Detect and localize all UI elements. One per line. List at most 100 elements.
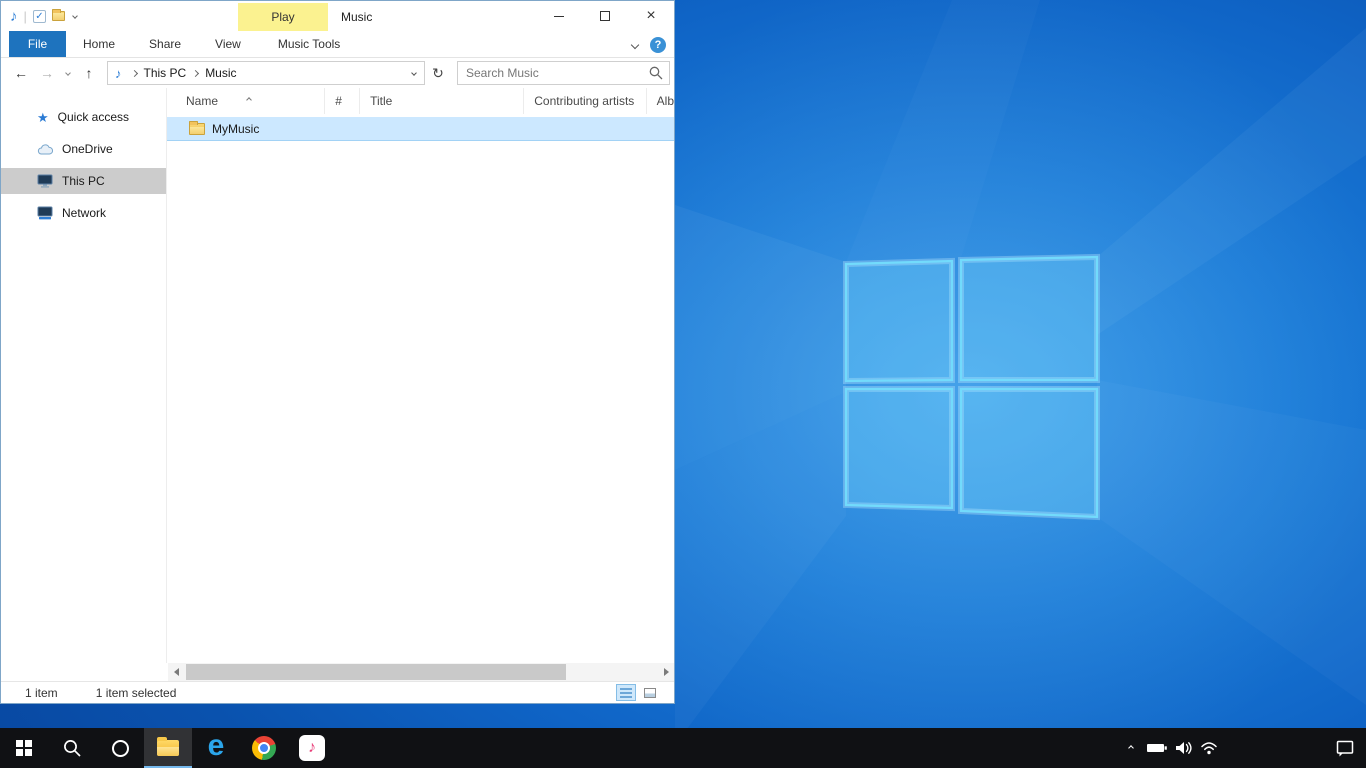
speaker-icon	[1175, 741, 1192, 755]
recent-locations-chevron-icon[interactable]	[61, 71, 75, 75]
breadcrumb-chevron-icon[interactable]	[193, 71, 198, 76]
cortana-circle-icon	[112, 740, 129, 757]
selection-count: 1 item selected	[96, 686, 177, 700]
forward-button[interactable]: →	[35, 61, 59, 85]
address-dropdown-chevron-icon[interactable]	[411, 70, 417, 76]
battery-tray-button[interactable]	[1144, 728, 1170, 768]
minimize-button[interactable]	[536, 1, 582, 31]
minimize-icon	[554, 16, 564, 17]
onedrive-cloud-icon	[37, 143, 53, 156]
sidebar-item-label: Network	[62, 206, 106, 220]
internet-explorer-icon: e	[208, 731, 225, 761]
taskbar-chrome-button[interactable]	[240, 728, 288, 768]
column-header-title[interactable]: Title	[360, 88, 524, 114]
title-bar[interactable]: ♪ | ✓ Play Music ×	[1, 1, 674, 31]
search-input[interactable]	[458, 66, 643, 80]
chevron-up-icon	[1128, 745, 1134, 751]
window-title: Music	[341, 10, 372, 24]
breadcrumb-chevron-icon[interactable]	[132, 71, 137, 76]
taskbar-internet-explorer-button[interactable]: e	[192, 728, 240, 768]
scrollbar-thumb[interactable]	[186, 664, 566, 680]
system-tray	[1118, 728, 1366, 768]
file-list-pane: Name # Title Contributing artists Alb	[167, 88, 674, 663]
sidebar-item-label: Quick access	[58, 110, 129, 124]
explorer-main: ★ Quick access OneDrive This PC Network	[1, 88, 674, 663]
taskbar-file-explorer-button[interactable]	[144, 728, 192, 768]
details-view-button[interactable]	[616, 684, 636, 701]
item-count: 1 item	[25, 686, 58, 700]
navigation-bar: ← → ↑ ♪ This PC Music ↻	[1, 58, 674, 88]
breadcrumb-music[interactable]: Music	[202, 66, 239, 80]
view-toggles	[616, 684, 660, 701]
cortana-button[interactable]	[96, 728, 144, 768]
expand-ribbon-chevron-icon[interactable]	[631, 40, 639, 48]
sidebar-item-label: This PC	[62, 174, 105, 188]
column-header-contributing-artists[interactable]: Contributing artists	[524, 88, 646, 114]
tab-music-tools[interactable]: Music Tools	[264, 31, 354, 57]
maximize-button[interactable]	[582, 1, 628, 31]
taskbar-search-button[interactable]	[48, 728, 96, 768]
music-tools-play-tab[interactable]: Play	[238, 3, 328, 31]
itunes-icon: ♪	[299, 735, 325, 761]
help-icon[interactable]: ?	[650, 37, 666, 53]
search-icon	[63, 739, 82, 758]
sidebar-item-network[interactable]: Network	[1, 200, 166, 226]
sidebar-item-onedrive[interactable]: OneDrive	[1, 136, 166, 162]
network-tray-button[interactable]	[1196, 728, 1222, 768]
folder-icon	[189, 123, 205, 135]
column-header-name[interactable]: Name	[167, 88, 325, 114]
details-view-icon	[620, 688, 632, 698]
action-center-button[interactable]	[1324, 728, 1366, 768]
navigation-pane: ★ Quick access OneDrive This PC Network	[1, 88, 167, 663]
sidebar-item-label: OneDrive	[62, 142, 113, 156]
large-icons-view-icon	[644, 688, 656, 698]
column-headers: Name # Title Contributing artists Alb	[167, 88, 674, 114]
close-icon: ×	[646, 8, 655, 24]
close-button[interactable]: ×	[628, 1, 674, 31]
battery-icon	[1146, 742, 1168, 754]
properties-icon[interactable]: ✓	[33, 10, 46, 23]
show-hidden-icons-button[interactable]	[1118, 728, 1144, 768]
tab-share[interactable]: Share	[132, 31, 198, 57]
volume-tray-button[interactable]	[1170, 728, 1196, 768]
network-icon	[37, 206, 53, 220]
location-music-icon: ♪	[115, 67, 122, 80]
status-bar: 1 item 1 item selected	[1, 681, 674, 703]
ribbon-tab-bar: File Home Share View Music Tools ?	[1, 31, 674, 58]
new-folder-icon[interactable]	[52, 11, 65, 21]
large-icons-view-button[interactable]	[640, 684, 660, 701]
tab-view[interactable]: View	[198, 31, 258, 57]
qat-separator: |	[24, 9, 27, 24]
sort-ascending-chevron-icon	[247, 91, 251, 105]
this-pc-monitor-icon	[37, 174, 53, 188]
search-icon[interactable]	[643, 66, 669, 80]
address-bar[interactable]: ♪ This PC Music	[107, 61, 425, 85]
sidebar-item-this-pc[interactable]: This PC	[1, 168, 166, 194]
breadcrumb-this-pc[interactable]: This PC	[141, 66, 190, 80]
chrome-icon	[252, 736, 276, 760]
maximize-icon	[600, 11, 610, 21]
horizontal-scrollbar[interactable]	[168, 663, 674, 681]
music-note-icon: ♪	[10, 9, 18, 24]
tab-file[interactable]: File	[9, 31, 66, 57]
scroll-right-arrow-icon[interactable]	[658, 663, 674, 681]
qat-customize-chevron-icon[interactable]	[72, 13, 78, 19]
scrollbar-track[interactable]	[184, 663, 658, 681]
quick-access-star-icon: ★	[37, 111, 49, 124]
search-box[interactable]	[457, 61, 670, 85]
file-explorer-icon	[157, 740, 179, 756]
window-controls: ×	[536, 1, 674, 31]
file-row-mymusic[interactable]: MyMusic	[167, 117, 674, 141]
taskbar-itunes-button[interactable]: ♪	[288, 728, 336, 768]
up-button[interactable]: ↑	[77, 61, 101, 85]
scroll-left-arrow-icon[interactable]	[168, 663, 184, 681]
start-button[interactable]	[0, 728, 48, 768]
refresh-button[interactable]: ↻	[427, 61, 449, 85]
file-name: MyMusic	[212, 122, 259, 136]
column-header-album[interactable]: Alb	[647, 88, 674, 114]
column-header-track-number[interactable]: #	[325, 88, 360, 114]
sidebar-item-quick-access[interactable]: ★ Quick access	[1, 104, 166, 130]
windows-start-icon	[16, 740, 32, 756]
tab-home[interactable]: Home	[66, 31, 132, 57]
back-button[interactable]: ←	[9, 61, 33, 85]
